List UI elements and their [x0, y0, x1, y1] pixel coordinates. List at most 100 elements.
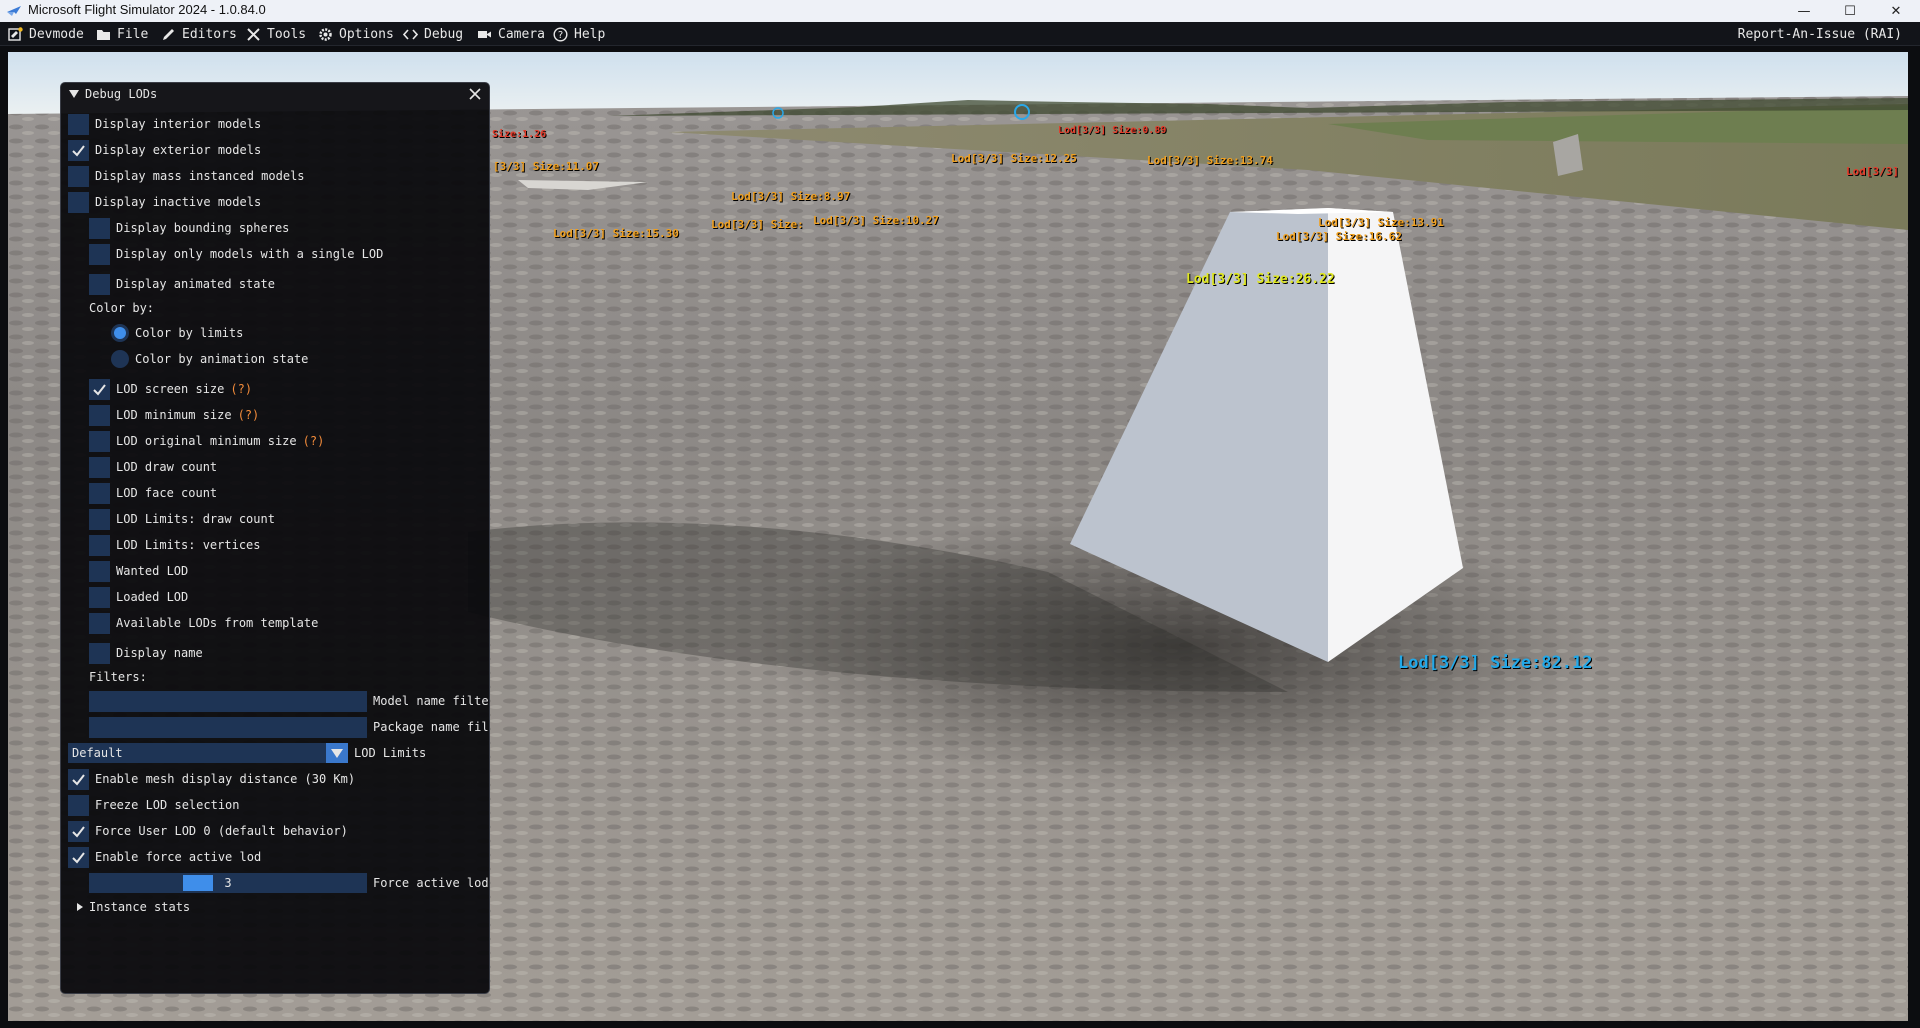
package-name-filter-input[interactable] — [89, 716, 367, 738]
instance-stats-tree-node[interactable]: Instance stats — [61, 896, 190, 918]
checkbox-label: Freeze LOD selection — [95, 798, 240, 812]
radio-color-by-limits[interactable]: Color by limits — [111, 322, 243, 344]
checkbox-box[interactable] — [89, 482, 110, 504]
checkbox-box[interactable] — [89, 586, 110, 608]
checkbox-lod-limits-draw-count[interactable]: LOD Limits: draw count — [89, 508, 275, 530]
checkbox-lod-limits-vertices[interactable]: LOD Limits: vertices — [89, 534, 261, 556]
checkbox-box[interactable] — [89, 612, 110, 634]
lod-label: Lod[3/3] Size:0.89 — [1058, 125, 1167, 136]
checkbox-display-exterior[interactable]: Display exterior models — [68, 139, 261, 161]
checkbox-enable-force-active-lod[interactable]: Enable force active lod — [68, 846, 261, 868]
menu-file[interactable]: File — [96, 22, 148, 46]
checkbox-box[interactable] — [89, 430, 110, 452]
menu-devmode[interactable]: Devmode — [8, 22, 84, 46]
checkbox-box[interactable] — [68, 794, 89, 816]
checkbox-single-lod[interactable]: Display only models with a single LOD — [89, 243, 383, 265]
close-icon[interactable] — [467, 86, 483, 102]
checkbox-animated-state[interactable]: Display animated state — [89, 273, 275, 295]
checkbox-box[interactable] — [89, 243, 110, 265]
checkbox-mesh-display-distance[interactable]: Enable mesh display distance (30 Km) — [68, 768, 355, 790]
checkbox-box[interactable] — [89, 508, 110, 530]
checkbox-box[interactable] — [68, 768, 89, 790]
collapse-triangle-icon[interactable] — [69, 90, 79, 98]
menu-tools-label: Tools — [267, 26, 307, 42]
checkbox-wanted-lod[interactable]: Wanted LOD — [89, 560, 188, 582]
menu-help-label: Help — [574, 26, 606, 42]
lod-label: Lod[3/3] Size:26.22 — [1186, 272, 1335, 287]
checkbox-lod-original-minimum-size[interactable]: LOD original minimum size (?) — [89, 430, 324, 452]
checkbox-box[interactable] — [89, 378, 110, 400]
checkbox-label: Enable force active lod — [95, 850, 262, 864]
checkbox-display-mass-instanced[interactable]: Display mass instanced models — [68, 165, 305, 187]
checkbox-box[interactable] — [89, 560, 110, 582]
menu-editors[interactable]: Editors — [161, 22, 237, 46]
checkmark-icon — [72, 851, 85, 864]
report-issue-button[interactable]: Report-An-Issue (RAI) — [1738, 22, 1902, 46]
checkbox-label: Display inactive models — [95, 195, 262, 209]
minimize-button[interactable]: — — [1781, 0, 1827, 22]
checkbox-box[interactable] — [68, 820, 89, 842]
help-marker[interactable]: (?) — [230, 382, 252, 396]
checkbox-box[interactable] — [89, 404, 110, 426]
checkbox-box[interactable] — [89, 217, 110, 239]
checkbox-bounding-spheres[interactable]: Display bounding spheres — [89, 217, 289, 239]
checkbox-label: Display name — [116, 646, 203, 660]
checkbox-box[interactable] — [68, 113, 89, 135]
lod-label: Lod[3/3] — [1846, 165, 1899, 178]
force-active-lod-slider[interactable]: 3 — [89, 873, 367, 893]
folder-icon — [97, 29, 110, 40]
checkbox-label: Force User LOD 0 (default behavior) — [95, 824, 348, 838]
checkbox-lod-draw-count[interactable]: LOD draw count — [89, 456, 217, 478]
menu-camera[interactable]: Camera — [477, 22, 545, 46]
menu-help[interactable]: ? Help — [553, 22, 605, 46]
menu-options[interactable]: Options — [318, 22, 394, 46]
maximize-button[interactable]: ☐ — [1827, 0, 1873, 22]
radio-dot — [114, 327, 126, 339]
checkbox-lod-minimum-size[interactable]: LOD minimum size (?) — [89, 404, 259, 426]
help-marker[interactable]: (?) — [238, 408, 260, 422]
checkbox-label: Display only models with a single LOD — [116, 247, 384, 261]
devmode-menu-bar: Devmode File Editors Tools Options Debug… — [0, 22, 1920, 46]
chevron-down-icon — [331, 748, 343, 758]
lod-label: Lod[3/3] Size: — [711, 218, 804, 231]
checkbox-lod-screen-size[interactable]: LOD screen size (?) — [89, 378, 252, 400]
checkbox-box[interactable] — [89, 642, 110, 664]
checkbox-label: Display animated state — [116, 277, 275, 291]
checkbox-display-name[interactable]: Display name — [89, 642, 203, 664]
panel-header[interactable]: Debug LODs — [61, 83, 489, 105]
checkbox-label: Display mass instanced models — [95, 169, 305, 183]
checkbox-box[interactable] — [68, 165, 89, 187]
model-name-filter-input[interactable] — [89, 690, 367, 712]
close-window-button[interactable]: ✕ — [1873, 0, 1919, 22]
radio-color-by-animation[interactable]: Color by animation state — [111, 348, 308, 370]
checkbox-box[interactable] — [89, 273, 110, 295]
checkbox-lod-face-count[interactable]: LOD face count — [89, 482, 217, 504]
radio-button[interactable] — [111, 350, 129, 368]
lod-label: Lod[3/3] Size:12.25 — [951, 152, 1077, 165]
checkbox-available-lods[interactable]: Available LODs from template — [89, 612, 318, 634]
menu-debug[interactable]: Debug — [403, 22, 463, 46]
checkbox-loaded-lod[interactable]: Loaded LOD — [89, 586, 188, 608]
checkbox-box[interactable] — [89, 456, 110, 478]
menu-tools[interactable]: Tools — [246, 22, 306, 46]
help-marker[interactable]: (?) — [303, 434, 325, 448]
code-icon — [403, 28, 418, 40]
checkbox-freeze-lod[interactable]: Freeze LOD selection — [68, 794, 240, 816]
checkbox-box[interactable] — [89, 534, 110, 556]
model-name-filter-label: Model name filte — [373, 694, 489, 708]
checkbox-label: Loaded LOD — [116, 590, 189, 604]
checkbox-box[interactable] — [68, 191, 89, 213]
menu-camera-label: Camera — [498, 26, 545, 42]
checkbox-force-user-lod[interactable]: Force User LOD 0 (default behavior) — [68, 820, 348, 842]
dropdown-arrow[interactable] — [326, 743, 348, 763]
checkbox-box[interactable] — [68, 139, 89, 161]
checkbox-box[interactable] — [68, 846, 89, 868]
radio-button[interactable] — [111, 324, 129, 342]
checkbox-display-inactive[interactable]: Display inactive models — [68, 191, 261, 213]
lod-limits-dropdown[interactable]: Default — [68, 743, 348, 763]
package-name-filter-row: Package name fil — [89, 716, 489, 738]
checkbox-display-interior[interactable]: Display interior models — [68, 113, 261, 135]
checkbox-label: LOD draw count — [116, 460, 218, 474]
window-title: Microsoft Flight Simulator 2024 - 1.0.84… — [28, 2, 266, 17]
checkbox-label: Enable mesh display distance (30 Km) — [95, 772, 356, 786]
